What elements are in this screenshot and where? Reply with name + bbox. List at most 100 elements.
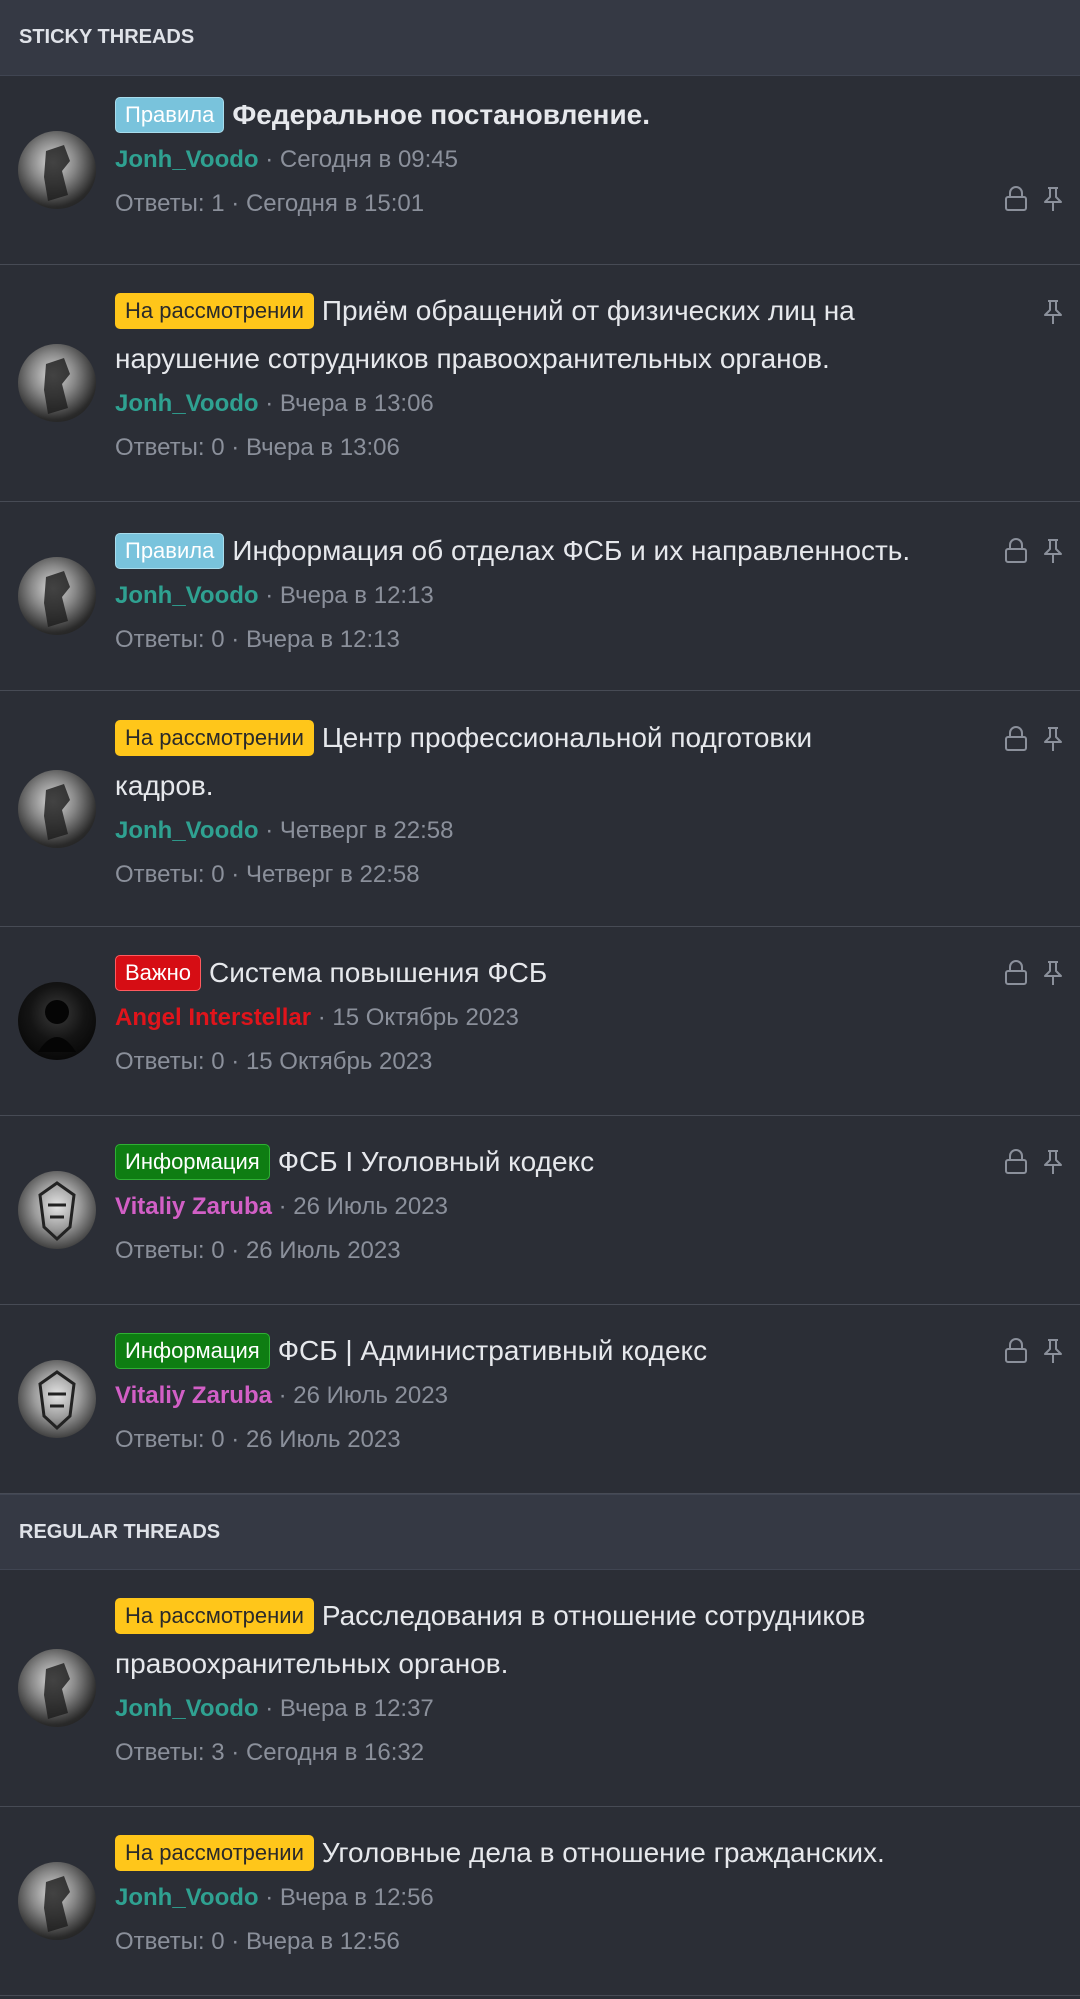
thread-main: Правила Информация об отделах ФСБ и их на… [115, 502, 1080, 690]
thread-title-line[interactable]: Правила Информация об отделах ФСБ и их на… [115, 527, 960, 575]
thread-stats: Ответы: 0 · Вчера в 12:56 [115, 1928, 400, 1955]
meta-separator: · [271, 1193, 294, 1220]
thread-title[interactable]: Федеральное постановление. [232, 99, 650, 130]
avatar-column [0, 265, 115, 501]
prefix-label[interactable]: Информация [115, 1144, 270, 1180]
prefix-label[interactable]: Важно [115, 955, 202, 991]
thread-status-icons [1004, 186, 1064, 212]
thread-title-line[interactable]: Важно Система повышения ФСБ [115, 949, 960, 997]
thread-title-line[interactable]: Правила Федеральное постановление. [115, 91, 960, 139]
avatar[interactable] [18, 1649, 96, 1727]
prefix-label[interactable]: Правила [115, 533, 225, 569]
thread-title-line[interactable]: На рассмотрении Приём обращений от физиче… [115, 287, 935, 383]
thread-date[interactable]: Вчера в 12:37 [280, 1695, 434, 1722]
thread-stats: Ответы: 0 · 26 Июль 2023 [115, 1426, 401, 1453]
thread-date[interactable]: 26 Июль 2023 [293, 1193, 448, 1220]
thread-main: Важно Система повышения ФСБ Angel Interst… [115, 927, 1080, 1115]
thread-item[interactable]: На рассмотрении Уголовные дела в отношени… [0, 1807, 1080, 1996]
avatar[interactable] [18, 982, 96, 1060]
thread-status-icons [1004, 538, 1064, 564]
thread-item[interactable]: Важно Система повышения ФСБ Angel Interst… [0, 927, 1080, 1116]
thread-main: На рассмотрении Расследования в отношение… [115, 1570, 1080, 1806]
author-link[interactable]: Vitaliy Zaruba [115, 1193, 272, 1220]
avatar-figure [44, 1876, 70, 1932]
avatar[interactable] [18, 769, 96, 848]
avatar[interactable] [18, 1171, 96, 1249]
thread-title-line[interactable]: На рассмотрении Расследования в отношение… [115, 1592, 965, 1688]
thread-item[interactable]: Информация ФСБ I Уголовный кодекс Vitaliy… [0, 1116, 1080, 1305]
meta-separator: · [258, 817, 280, 844]
thread-title[interactable]: ФСБ | Административный кодекс [278, 1335, 707, 1366]
prefix-label[interactable]: Информация [115, 1333, 270, 1369]
thread-item[interactable]: Правила Федеральное постановление. Jonh_V… [0, 76, 1080, 265]
author-link[interactable]: Jonh_Voodo [115, 146, 259, 173]
pin-icon [1044, 961, 1062, 985]
prefix-label[interactable]: На рассмотрении [115, 1598, 314, 1634]
thread-date[interactable]: 26 Июль 2023 [293, 1382, 448, 1409]
thread-title-line[interactable]: Информация ФСБ | Административный кодекс [115, 1327, 960, 1375]
avatar[interactable] [18, 131, 96, 209]
thread-item[interactable]: На рассмотрении Центр профессиональной по… [0, 691, 1080, 927]
thread-title[interactable]: Информация об отделах ФСБ и их направлен… [232, 535, 910, 566]
avatar-figure [44, 1663, 70, 1719]
thread-item[interactable]: Правила Информация об отделах ФСБ и их на… [0, 502, 1080, 691]
regular-threads-header: REGULAR THREADS [0, 1494, 1080, 1570]
author-link[interactable]: Angel Interstellar [115, 1004, 311, 1031]
thread-item[interactable]: На рассмотрении Приём обращений от физиче… [0, 265, 1080, 502]
thread-title-line[interactable]: На рассмотрении Центр профессиональной по… [115, 714, 890, 810]
avatar-column [0, 927, 115, 1115]
lock-icon [1005, 538, 1027, 563]
thread-item[interactable]: Информация ФСБ | Административный кодекс … [0, 1305, 1080, 1494]
thread-date[interactable]: Четверг в 22:58 [280, 817, 454, 844]
avatar-column [0, 1807, 115, 1995]
avatar-figure [38, 1370, 76, 1431]
thread-date[interactable]: Вчера в 12:56 [280, 1884, 434, 1911]
author-link[interactable]: Jonh_Voodo [115, 1884, 259, 1911]
thread-date[interactable]: 15 Октябрь 2023 [332, 1004, 518, 1031]
thread-main: На рассмотрении Приём обращений от физиче… [115, 265, 1080, 501]
thread-title[interactable]: Система повышения ФСБ [209, 957, 547, 988]
avatar[interactable] [18, 1360, 96, 1438]
thread-stats: Ответы: 0 · Четверг в 22:58 [115, 861, 420, 888]
thread-stats: Ответы: 0 · 15 Октябрь 2023 [115, 1048, 433, 1075]
thread-item[interactable]: На рассмотрении Расследования в отношение… [0, 1570, 1080, 1807]
thread-date[interactable]: Вчера в 13:06 [280, 390, 434, 417]
thread-stats: Ответы: 0 · Вчера в 13:06 [115, 434, 400, 461]
thread-status-icons [1042, 299, 1064, 325]
thread-title[interactable]: ФСБ I Уголовный кодекс [278, 1146, 594, 1177]
meta-separator: · [258, 1695, 280, 1722]
author-link[interactable]: Jonh_Voodo [115, 1695, 259, 1722]
thread-meta: Jonh_Voodo · Вчера в 12:13 [115, 575, 960, 617]
prefix-label[interactable]: На рассмотрении [115, 1835, 314, 1871]
thread-status-icons [1004, 726, 1064, 752]
avatar-column [0, 691, 115, 926]
thread-date[interactable]: Вчера в 12:13 [280, 582, 434, 609]
avatar-column [0, 1305, 115, 1493]
thread-meta: Vitaliy Zaruba · 26 Июль 2023 [115, 1186, 960, 1228]
avatar-column [0, 1570, 115, 1806]
thread-title-line[interactable]: На рассмотрении Уголовные дела в отношени… [115, 1829, 960, 1877]
thread-stats: Ответы: 0 · 26 Июль 2023 [115, 1237, 401, 1264]
author-link[interactable]: Vitaliy Zaruba [115, 1382, 272, 1409]
avatar[interactable] [18, 1862, 96, 1940]
thread-status-icons [1004, 1149, 1064, 1175]
lock-icon [1005, 1149, 1027, 1174]
avatar-figure [38, 1000, 76, 1052]
author-link[interactable]: Jonh_Voodo [115, 390, 259, 417]
prefix-label[interactable]: На рассмотрении [115, 293, 314, 329]
avatar[interactable] [18, 557, 96, 635]
section-title: REGULAR THREADS [19, 1520, 221, 1543]
author-link[interactable]: Jonh_Voodo [115, 817, 259, 844]
thread-title-line[interactable]: Информация ФСБ I Уголовный кодекс [115, 1138, 960, 1186]
thread-date[interactable]: Сегодня в 09:45 [280, 146, 458, 173]
avatar-figure [44, 571, 70, 627]
thread-meta: Jonh_Voodo · Четверг в 22:58 [115, 810, 890, 852]
thread-main: Информация ФСБ | Административный кодекс … [115, 1305, 1080, 1493]
thread-title[interactable]: Уголовные дела в отношение гражданских. [322, 1837, 885, 1868]
author-link[interactable]: Jonh_Voodo [115, 582, 259, 609]
prefix-label[interactable]: Правила [115, 97, 225, 133]
avatar[interactable] [18, 344, 96, 422]
thread-main: Информация ФСБ I Уголовный кодекс Vitaliy… [115, 1116, 1080, 1304]
prefix-label[interactable]: На рассмотрении [115, 720, 314, 756]
thread-meta: Vitaliy Zaruba · 26 Июль 2023 [115, 1375, 960, 1417]
